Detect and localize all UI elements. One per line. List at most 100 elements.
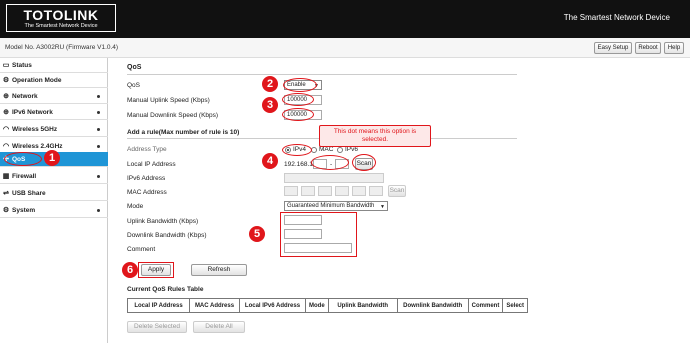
- downlink-speed-label: Manual Downlink Speed (Kbps): [127, 112, 219, 119]
- expand-dot-icon: [97, 111, 100, 114]
- expand-dot-icon: [97, 145, 100, 148]
- mac-octet-input[interactable]: [352, 186, 366, 196]
- page-title: QoS: [127, 64, 142, 71]
- rules-table-title: Current QoS Rules Table: [127, 286, 204, 293]
- annotation-ring: [311, 155, 349, 170]
- mac-octet-input[interactable]: [301, 186, 315, 196]
- logo-subtitle: The Smartest Network Device: [24, 23, 98, 29]
- sidebar-item-system[interactable]: ⚙ System: [0, 203, 108, 218]
- usb-icon: ⇌: [3, 190, 9, 197]
- qos-rules-table: Local IP Address MAC Address Local IPv6 …: [127, 298, 529, 313]
- delete-all-button[interactable]: Delete All: [193, 321, 245, 333]
- column-header: Local IP Address: [127, 298, 190, 313]
- mac-address-label: MAC Address: [127, 189, 167, 196]
- sidebar-item-label: Operation Mode: [12, 77, 62, 84]
- column-header: Downlink Bandwidth: [396, 298, 469, 313]
- step-badge-1: 1: [44, 150, 60, 166]
- logo-text: TOTOLINK: [23, 7, 99, 23]
- annotation-ring: [282, 144, 312, 156]
- annotation-box: [280, 212, 357, 257]
- ipv6-address-input[interactable]: [284, 173, 384, 183]
- column-header: Select: [502, 298, 529, 313]
- scan-mac-button[interactable]: Scan: [388, 185, 406, 197]
- step-badge-4: 4: [262, 153, 278, 169]
- add-rule-title: Add a rule(Max number of rule is 10): [127, 129, 240, 136]
- easy-setup-button[interactable]: Easy Setup: [594, 42, 632, 54]
- annotation-ring: [282, 93, 314, 106]
- table-header-row: Local IP Address MAC Address Local IPv6 …: [127, 298, 529, 313]
- sidebar-item-ipv6-network[interactable]: ⊕ IPv6 Network: [0, 105, 108, 120]
- wifi-icon: ◠: [2, 143, 10, 150]
- monitor-icon: ▭: [2, 62, 10, 69]
- step-badge-6: 6: [122, 262, 138, 278]
- expand-dot-icon: [97, 175, 100, 178]
- globe-icon: ⊕: [3, 109, 9, 116]
- mac-octet-input[interactable]: [284, 186, 298, 196]
- sidebar-item-label: IPv6 Network: [12, 109, 53, 116]
- expand-dot-icon: [97, 128, 100, 131]
- sidebar-item-label: Firewall: [12, 173, 37, 180]
- annotation-ring: [352, 154, 376, 171]
- model-bar: Model No. A3002RU (Firmware V1.0.4) Easy…: [0, 38, 690, 58]
- sidebar-item-label: Wireless 5GHz: [12, 126, 58, 133]
- delete-selected-button[interactable]: Delete Selected: [127, 321, 187, 333]
- column-header: Mode: [305, 298, 329, 313]
- column-header: MAC Address: [189, 298, 240, 313]
- globe-icon: ⊕: [3, 93, 9, 100]
- expand-dot-icon: [97, 209, 100, 212]
- divider: [127, 74, 517, 75]
- address-type-label: Address Type: [127, 146, 167, 153]
- sidebar-item-firewall[interactable]: ▦ Firewall: [0, 169, 108, 184]
- ipv6-radio[interactable]: [337, 147, 343, 153]
- mac-octet-input[interactable]: [335, 186, 349, 196]
- ipv6-address-label: IPv6 Address: [127, 175, 166, 182]
- comment-label: Comment: [127, 246, 156, 253]
- sidebar-item-label: System: [12, 207, 36, 214]
- sidebar-item-status[interactable]: ▭ Status: [0, 58, 108, 73]
- mac-octet-input[interactable]: [369, 186, 383, 196]
- sidebar-item-operation-mode[interactable]: ⚙ Operation Mode: [0, 73, 108, 88]
- step-badge-3: 3: [262, 97, 278, 113]
- annotation-ring: [282, 108, 314, 121]
- annotation-callout: This dot means this option is selected.: [319, 125, 431, 147]
- model-info: Model No. A3002RU (Firmware V1.0.4): [5, 44, 119, 51]
- expand-dot-icon: [97, 95, 100, 98]
- local-ip-label: Local IP Address: [127, 161, 176, 168]
- sidebar-item-label: Network: [12, 93, 38, 100]
- firewall-icon: ▦: [2, 173, 10, 180]
- mac-radio-label: MAC: [319, 146, 334, 153]
- gear-icon: ⚙: [2, 77, 10, 84]
- sidebar-item-label: Status: [12, 62, 32, 69]
- sidebar-item-label: USB Share: [12, 190, 46, 197]
- uplink-bandwidth-label: Uplink Bandwidth (Kbps): [127, 218, 199, 225]
- sidebar-item-label: Wireless 2.4GHz: [12, 143, 63, 150]
- annotation-ring: [4, 152, 42, 166]
- mode-select-value: Guaranteed Minimum Bandwidth: [287, 203, 375, 209]
- mac-octet-input[interactable]: [318, 186, 332, 196]
- top-header: TOTOLINK The Smartest Network Device The…: [0, 0, 690, 38]
- sidebar-item-wireless-5ghz[interactable]: ◠ Wireless 5GHz: [0, 122, 108, 137]
- qos-label: QoS: [127, 82, 141, 89]
- header-tagline: The Smartest Network Device: [563, 13, 670, 22]
- mode-select[interactable]: Guaranteed Minimum Bandwidth ▼: [284, 201, 388, 211]
- sidebar-item-network[interactable]: ⊕ Network: [0, 89, 108, 104]
- annotation-ring: [283, 78, 317, 92]
- column-header: Comment: [467, 298, 504, 313]
- downlink-bandwidth-label: Downlink Bandwidth (Kbps): [127, 232, 207, 239]
- wifi-icon: ◠: [2, 126, 10, 133]
- step-badge-5: 5: [249, 226, 265, 242]
- mode-label: Mode: [127, 203, 144, 210]
- totolink-logo: TOTOLINK The Smartest Network Device: [6, 4, 116, 32]
- column-header: Uplink Bandwidth: [327, 298, 398, 313]
- annotation-box: [138, 262, 174, 278]
- uplink-speed-label: Manual Uplink Speed (Kbps): [127, 97, 210, 104]
- reboot-button[interactable]: Reboot: [635, 42, 661, 54]
- ipv6-radio-label: IPv6: [345, 146, 359, 153]
- help-button[interactable]: Help: [664, 42, 684, 54]
- chevron-down-icon: ▼: [380, 204, 385, 210]
- refresh-button[interactable]: Refresh: [191, 264, 247, 276]
- step-badge-2: 2: [262, 76, 278, 92]
- sidebar-item-usb-share[interactable]: ⇌ USB Share: [0, 186, 108, 201]
- sidebar: ▭ Status ⚙ Operation Mode ⊕ Network ⊕ IP…: [0, 58, 108, 343]
- column-header: Local IPv6 Address: [239, 298, 306, 313]
